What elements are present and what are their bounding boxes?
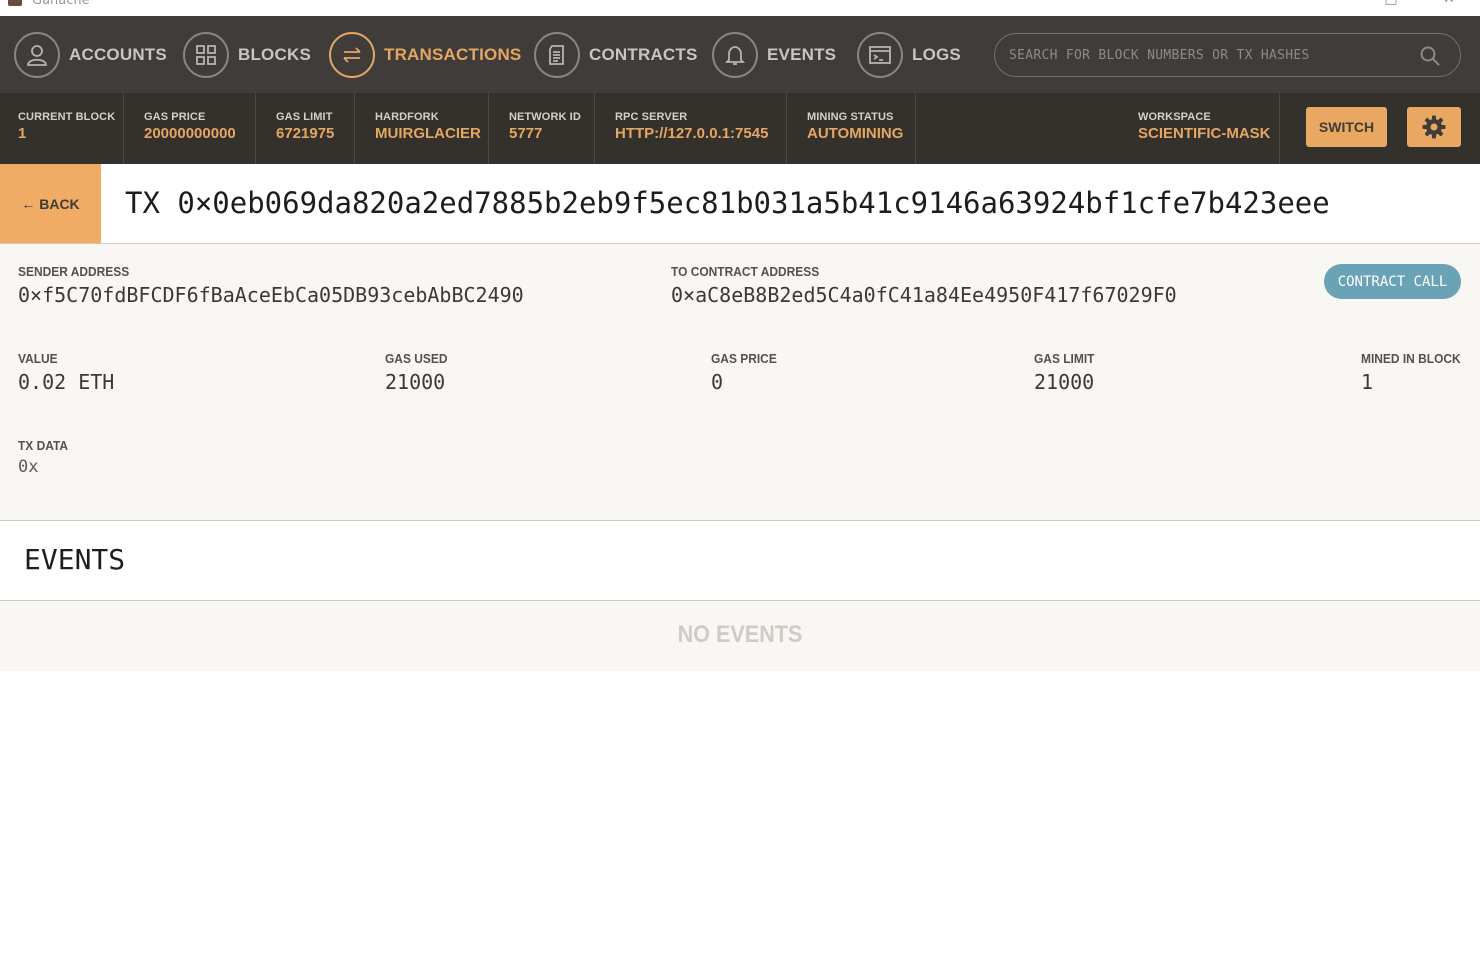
stat-rpc-server: RPC SERVER HTTP://127.0.0.1:7545 bbox=[615, 93, 768, 164]
stat-value: AUTOMINING bbox=[807, 125, 904, 142]
gas-used-field: GAS USED 21000 bbox=[385, 351, 453, 394]
field-value: 0×aC8eB8B2ed5C4a0fC41a84Ee4950F417f67029… bbox=[671, 283, 1177, 307]
stat-label: CURRENT BLOCK bbox=[18, 111, 116, 123]
divider bbox=[123, 93, 124, 164]
search-input[interactable] bbox=[1009, 34, 1409, 76]
nav-accounts[interactable]: ACCOUNTS bbox=[14, 26, 167, 83]
nav-transactions[interactable]: TRANSACTIONS bbox=[329, 26, 521, 83]
divider bbox=[594, 93, 595, 164]
sender-address: SENDER ADDRESS 0×f5C70fdBFCDF6fBaAceEbCa… bbox=[18, 264, 524, 307]
stat-gas-limit: GAS LIMIT 6721975 bbox=[276, 93, 334, 164]
nav-blocks[interactable]: BLOCKS bbox=[183, 26, 311, 83]
stat-value: 6721975 bbox=[276, 125, 335, 142]
stat-hardfork: HARDFORK MUIRGLACIER bbox=[375, 93, 481, 164]
field-value: 0.02 ETH bbox=[18, 370, 115, 394]
no-events-text: NO EVENTS bbox=[677, 621, 803, 648]
window-title: Ganache bbox=[32, 0, 90, 8]
stat-value: 20000000000 bbox=[144, 125, 236, 142]
field-value: 0 bbox=[711, 370, 724, 394]
back-button[interactable]: ← BACK bbox=[0, 164, 101, 243]
field-label: TO CONTRACT ADDRESS bbox=[671, 264, 820, 279]
value-field: VALUE 0.02 ETH bbox=[18, 351, 114, 394]
tx-details: SENDER ADDRESS 0×f5C70fdBFCDF6fBaAceEbCa… bbox=[0, 244, 1480, 521]
mined-in-block-field: MINED IN BLOCK 1 bbox=[1361, 351, 1469, 394]
close-icon[interactable]: ✕ bbox=[1442, 0, 1456, 6]
stat-workspace: WORKSPACE SCIENTIFIC-MASK bbox=[1138, 93, 1271, 164]
tx-header: ← BACK TX 0×0eb069da820a2ed7885b2eb9f5ec… bbox=[0, 164, 1480, 244]
gear-icon bbox=[1422, 115, 1446, 139]
divider bbox=[488, 93, 489, 164]
divider bbox=[255, 93, 256, 164]
tx-data-field: TX DATA 0x bbox=[18, 438, 72, 477]
stat-value: 5777 bbox=[509, 125, 543, 142]
nav-events[interactable]: EVENTS bbox=[712, 26, 836, 83]
ganache-logo-icon bbox=[8, 0, 22, 6]
field-value: 21000 bbox=[385, 370, 446, 394]
status-bar: CURRENT BLOCK 1 GAS PRICE 20000000000 GA… bbox=[0, 93, 1480, 164]
gas-price-field: GAS PRICE 0 bbox=[711, 351, 783, 394]
field-value: 0x bbox=[18, 457, 39, 477]
stat-current-block: CURRENT BLOCK 1 bbox=[18, 93, 115, 164]
terminal-icon bbox=[857, 31, 903, 78]
stat-value: 1 bbox=[18, 125, 27, 142]
maximize-icon[interactable]: □ bbox=[1384, 0, 1398, 6]
document-icon bbox=[534, 31, 580, 78]
events-title: EVENTS bbox=[24, 543, 126, 576]
stat-value: HTTP://127.0.0.1:7545 bbox=[615, 125, 769, 142]
contract-call-badge: CONTRACT CALL bbox=[1324, 264, 1461, 299]
gas-limit-field: GAS LIMIT 21000 bbox=[1034, 351, 1100, 394]
stat-value: MUIRGLACIER bbox=[375, 125, 481, 142]
divider bbox=[786, 93, 787, 164]
divider bbox=[354, 93, 355, 164]
nav-logs[interactable]: LOGS bbox=[857, 26, 961, 83]
nav-contracts[interactable]: CONTRACTS bbox=[534, 26, 698, 83]
nav-label: CONTRACTS bbox=[589, 44, 698, 64]
user-icon bbox=[14, 31, 60, 78]
field-label: GAS USED bbox=[385, 351, 448, 366]
stat-gas-price: GAS PRICE 20000000000 bbox=[144, 93, 236, 164]
stat-mining-status: MINING STATUS AUTOMINING bbox=[807, 93, 903, 164]
field-label: MINED IN BLOCK bbox=[1361, 351, 1461, 366]
stat-label: GAS LIMIT bbox=[276, 111, 333, 123]
stat-label: HARDFORK bbox=[375, 111, 439, 123]
nav-label: TRANSACTIONS bbox=[384, 44, 522, 64]
to-contract-address: TO CONTRACT ADDRESS 0×aC8eB8B2ed5C4a0fC4… bbox=[671, 264, 1177, 307]
divider bbox=[915, 93, 916, 164]
field-label: GAS PRICE bbox=[711, 351, 777, 366]
stat-value: SCIENTIFIC-MASK bbox=[1138, 125, 1271, 142]
field-label: TX DATA bbox=[18, 438, 69, 453]
blocks-grid-icon bbox=[183, 31, 229, 78]
search-box bbox=[994, 33, 1461, 77]
swap-arrows-icon bbox=[329, 31, 375, 78]
events-header: EVENTS bbox=[0, 521, 1480, 601]
main-nav: ACCOUNTS BLOCKS TRANSACTIONS CONTRACTS E… bbox=[0, 16, 1480, 93]
stat-label: WORKSPACE bbox=[1138, 111, 1211, 123]
stat-label: GAS PRICE bbox=[144, 111, 206, 123]
stat-network-id: NETWORK ID 5777 bbox=[509, 93, 581, 164]
field-value: 0×f5C70fdBFCDF6fBaAceEbCa05DB93cebAbBC24… bbox=[18, 283, 524, 307]
field-label: GAS LIMIT bbox=[1034, 351, 1095, 366]
nav-label: BLOCKS bbox=[238, 44, 311, 64]
divider bbox=[1279, 93, 1280, 164]
stat-label: RPC SERVER bbox=[615, 111, 688, 123]
switch-workspace-button[interactable]: SWITCH bbox=[1306, 107, 1387, 147]
field-value: 1 bbox=[1361, 370, 1374, 394]
search-icon[interactable] bbox=[1419, 45, 1441, 67]
events-empty-state: NO EVENTS bbox=[0, 601, 1480, 671]
field-label: SENDER ADDRESS bbox=[18, 264, 130, 279]
field-value: 21000 bbox=[1034, 370, 1095, 394]
nav-label: ACCOUNTS bbox=[69, 44, 167, 64]
stat-label: MINING STATUS bbox=[807, 111, 894, 123]
field-label: VALUE bbox=[18, 351, 58, 366]
nav-label: EVENTS bbox=[767, 44, 837, 64]
settings-button[interactable] bbox=[1407, 107, 1461, 147]
window-titlebar: Ganache □ ✕ bbox=[0, 0, 1480, 16]
tx-hash-title: TX 0×0eb069da820a2ed7885b2eb9f5ec81b031a… bbox=[125, 186, 1330, 220]
stat-label: NETWORK ID bbox=[509, 111, 581, 123]
nav-label: LOGS bbox=[912, 44, 961, 64]
bell-icon bbox=[712, 31, 758, 78]
